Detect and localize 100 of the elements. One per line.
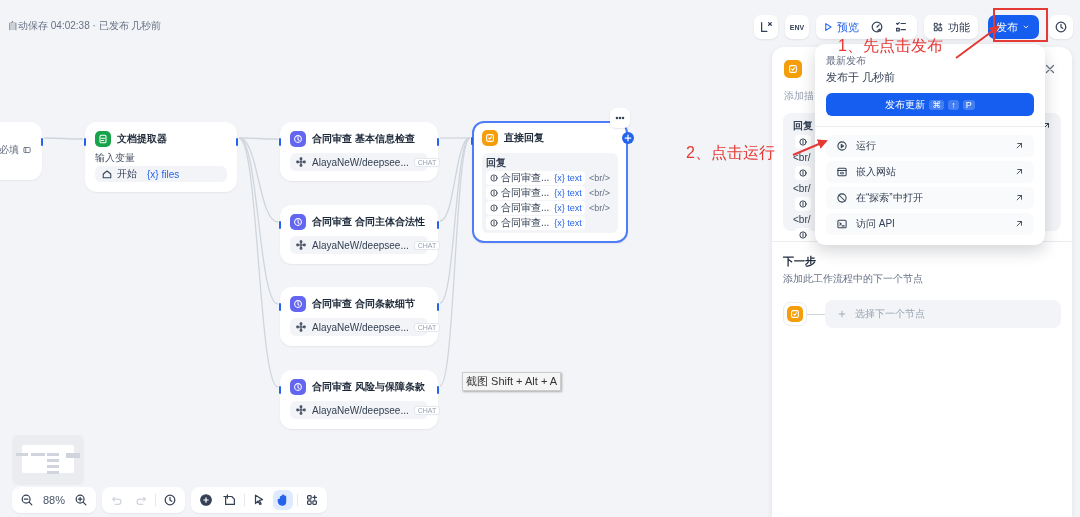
shortcut-key: ↑ — [948, 99, 959, 110]
plus-icon — [837, 309, 847, 319]
version-history-button[interactable] — [1049, 15, 1073, 39]
source-label: 合同审查... — [501, 171, 550, 185]
field-icon — [22, 145, 32, 155]
home-icon — [101, 168, 113, 180]
node-ref-icon — [489, 218, 499, 228]
menu-item[interactable]: 运行 — [826, 135, 1034, 157]
markup-text: <br/ — [793, 151, 811, 164]
node-icon — [290, 296, 306, 312]
node-icon — [290, 214, 306, 230]
node-icon — [290, 131, 306, 147]
connection-handle[interactable] — [279, 221, 281, 229]
markup-text: <br/ — [793, 213, 811, 226]
shortcut-key: ⌘ — [929, 99, 945, 110]
markup-text: <br/> — [588, 188, 610, 198]
node-icon — [783, 302, 807, 326]
section-description: 添加此工作流程中的下一个节点 — [782, 272, 924, 286]
workflow-node[interactable]: 文档提取器 输入变量 开始 {x} files — [85, 122, 237, 192]
external-link-icon — [1014, 193, 1024, 203]
connection-handle[interactable] — [437, 386, 439, 394]
autosave-status: 自动保存 04:02:38 · 已发布 几秒前 — [8, 19, 162, 33]
publish-update-button[interactable]: 发布更新 ⌘ ↑ P — [826, 93, 1034, 116]
gauge-icon — [870, 20, 884, 34]
embed-icon — [836, 166, 848, 178]
menu-item[interactable]: 在“探索”中打开 — [826, 187, 1034, 209]
field-label: 回复 — [793, 119, 813, 133]
hand-tool[interactable] — [273, 490, 294, 510]
source-label: 开始 — [117, 167, 137, 181]
connection-handle[interactable] — [437, 138, 439, 146]
connection-handle[interactable] — [437, 221, 439, 229]
highlight-frame — [993, 8, 1048, 42]
publish-button[interactable]: 发布 — [988, 15, 1039, 39]
node-title: 合同审查 合同主体合法性 — [312, 215, 425, 229]
panel-description: 添加描 — [783, 89, 815, 103]
source-label: 合同审查... — [501, 216, 550, 230]
workflow-node[interactable]: 必填 — [0, 122, 42, 180]
connection-handle[interactable] — [471, 137, 473, 145]
node-title: 直接回复 — [504, 131, 544, 145]
model-name: AlayaNeW/deepsee... — [312, 156, 409, 168]
node-title: 合同审查 风险与保障条款 — [312, 380, 425, 394]
publish-time: 发布于 几秒前 — [826, 70, 897, 85]
variable-label: {x} text — [554, 203, 582, 213]
section-label: 回复 — [486, 156, 507, 170]
model-icon — [295, 404, 307, 416]
play-icon — [836, 140, 848, 152]
connection-handle[interactable] — [437, 303, 439, 311]
menu-item[interactable]: 嵌入网站 — [826, 161, 1034, 183]
apps-icon — [932, 21, 944, 33]
shortcut-key: P — [962, 99, 975, 110]
more-button[interactable] — [610, 108, 630, 128]
source-label: 合同审查... — [501, 201, 550, 215]
zoom-level: 88% — [42, 494, 67, 506]
markup-text: <br/ — [793, 182, 811, 195]
required-label: 必填 — [0, 143, 19, 157]
node-ref-icon — [489, 188, 499, 198]
preview-button[interactable]: 预览 — [822, 19, 863, 35]
variable-inspect-button[interactable] — [754, 15, 778, 39]
external-link-icon — [1014, 167, 1024, 177]
model-icon — [295, 156, 307, 168]
shortcut-tooltip: 截图 Shift + Alt + A — [462, 372, 562, 391]
node-ref-icon — [489, 173, 499, 183]
connection-handle[interactable] — [279, 303, 281, 311]
variable-label: {x} text — [554, 188, 582, 198]
variable-label: {x} files — [147, 168, 180, 180]
variable-label: {x} text — [554, 173, 582, 183]
connector-line — [43, 137, 84, 140]
connection-handle[interactable] — [279, 386, 281, 394]
node-title: 合同审查 基本信息检查 — [312, 132, 415, 146]
connection-handle[interactable] — [279, 138, 281, 146]
apps-icon — [305, 493, 320, 507]
menu-item[interactable]: 访问 API — [826, 213, 1034, 235]
section-title: 下一步 — [782, 254, 817, 269]
connection-handle[interactable] — [41, 138, 43, 146]
model-name: AlayaNeW/deepsee... — [312, 321, 409, 333]
node-icon — [482, 130, 498, 146]
terminal-icon — [836, 218, 848, 230]
menu-caption: 最新发布 — [826, 54, 867, 68]
annotation-text: 2、点击运行 — [686, 143, 775, 163]
node-title: 合同审查 合同条款细节 — [312, 297, 415, 311]
workflow-node[interactable]: 直接回复 回复 合同审查... {x} text <br/> 合同审查... {x} text <br/> 合同审查... {x} text <br/> 合同审查... {x} text — [472, 121, 628, 243]
add-icon — [199, 493, 214, 507]
markup-text: <br/> — [588, 173, 610, 183]
annotation-text: 1、先点击发布 — [838, 36, 943, 55]
connection-handle[interactable] — [236, 138, 238, 146]
zoom-in-icon — [74, 493, 89, 507]
zoom-out-icon — [20, 493, 34, 507]
section-label: 输入变量 — [95, 151, 136, 165]
variable-label: {x} text — [554, 218, 582, 228]
features-button[interactable]: 功能 — [924, 15, 978, 39]
node-ref-icon — [489, 203, 499, 213]
node-icon — [290, 379, 306, 395]
node-icon — [95, 131, 111, 147]
model-icon — [295, 239, 307, 251]
note-icon — [223, 493, 238, 507]
connection-handle[interactable] — [84, 138, 86, 146]
checklist-icon — [894, 20, 908, 34]
close-icon — [1043, 62, 1057, 76]
model-icon — [295, 321, 307, 333]
markup-text: <br/> — [588, 203, 610, 213]
